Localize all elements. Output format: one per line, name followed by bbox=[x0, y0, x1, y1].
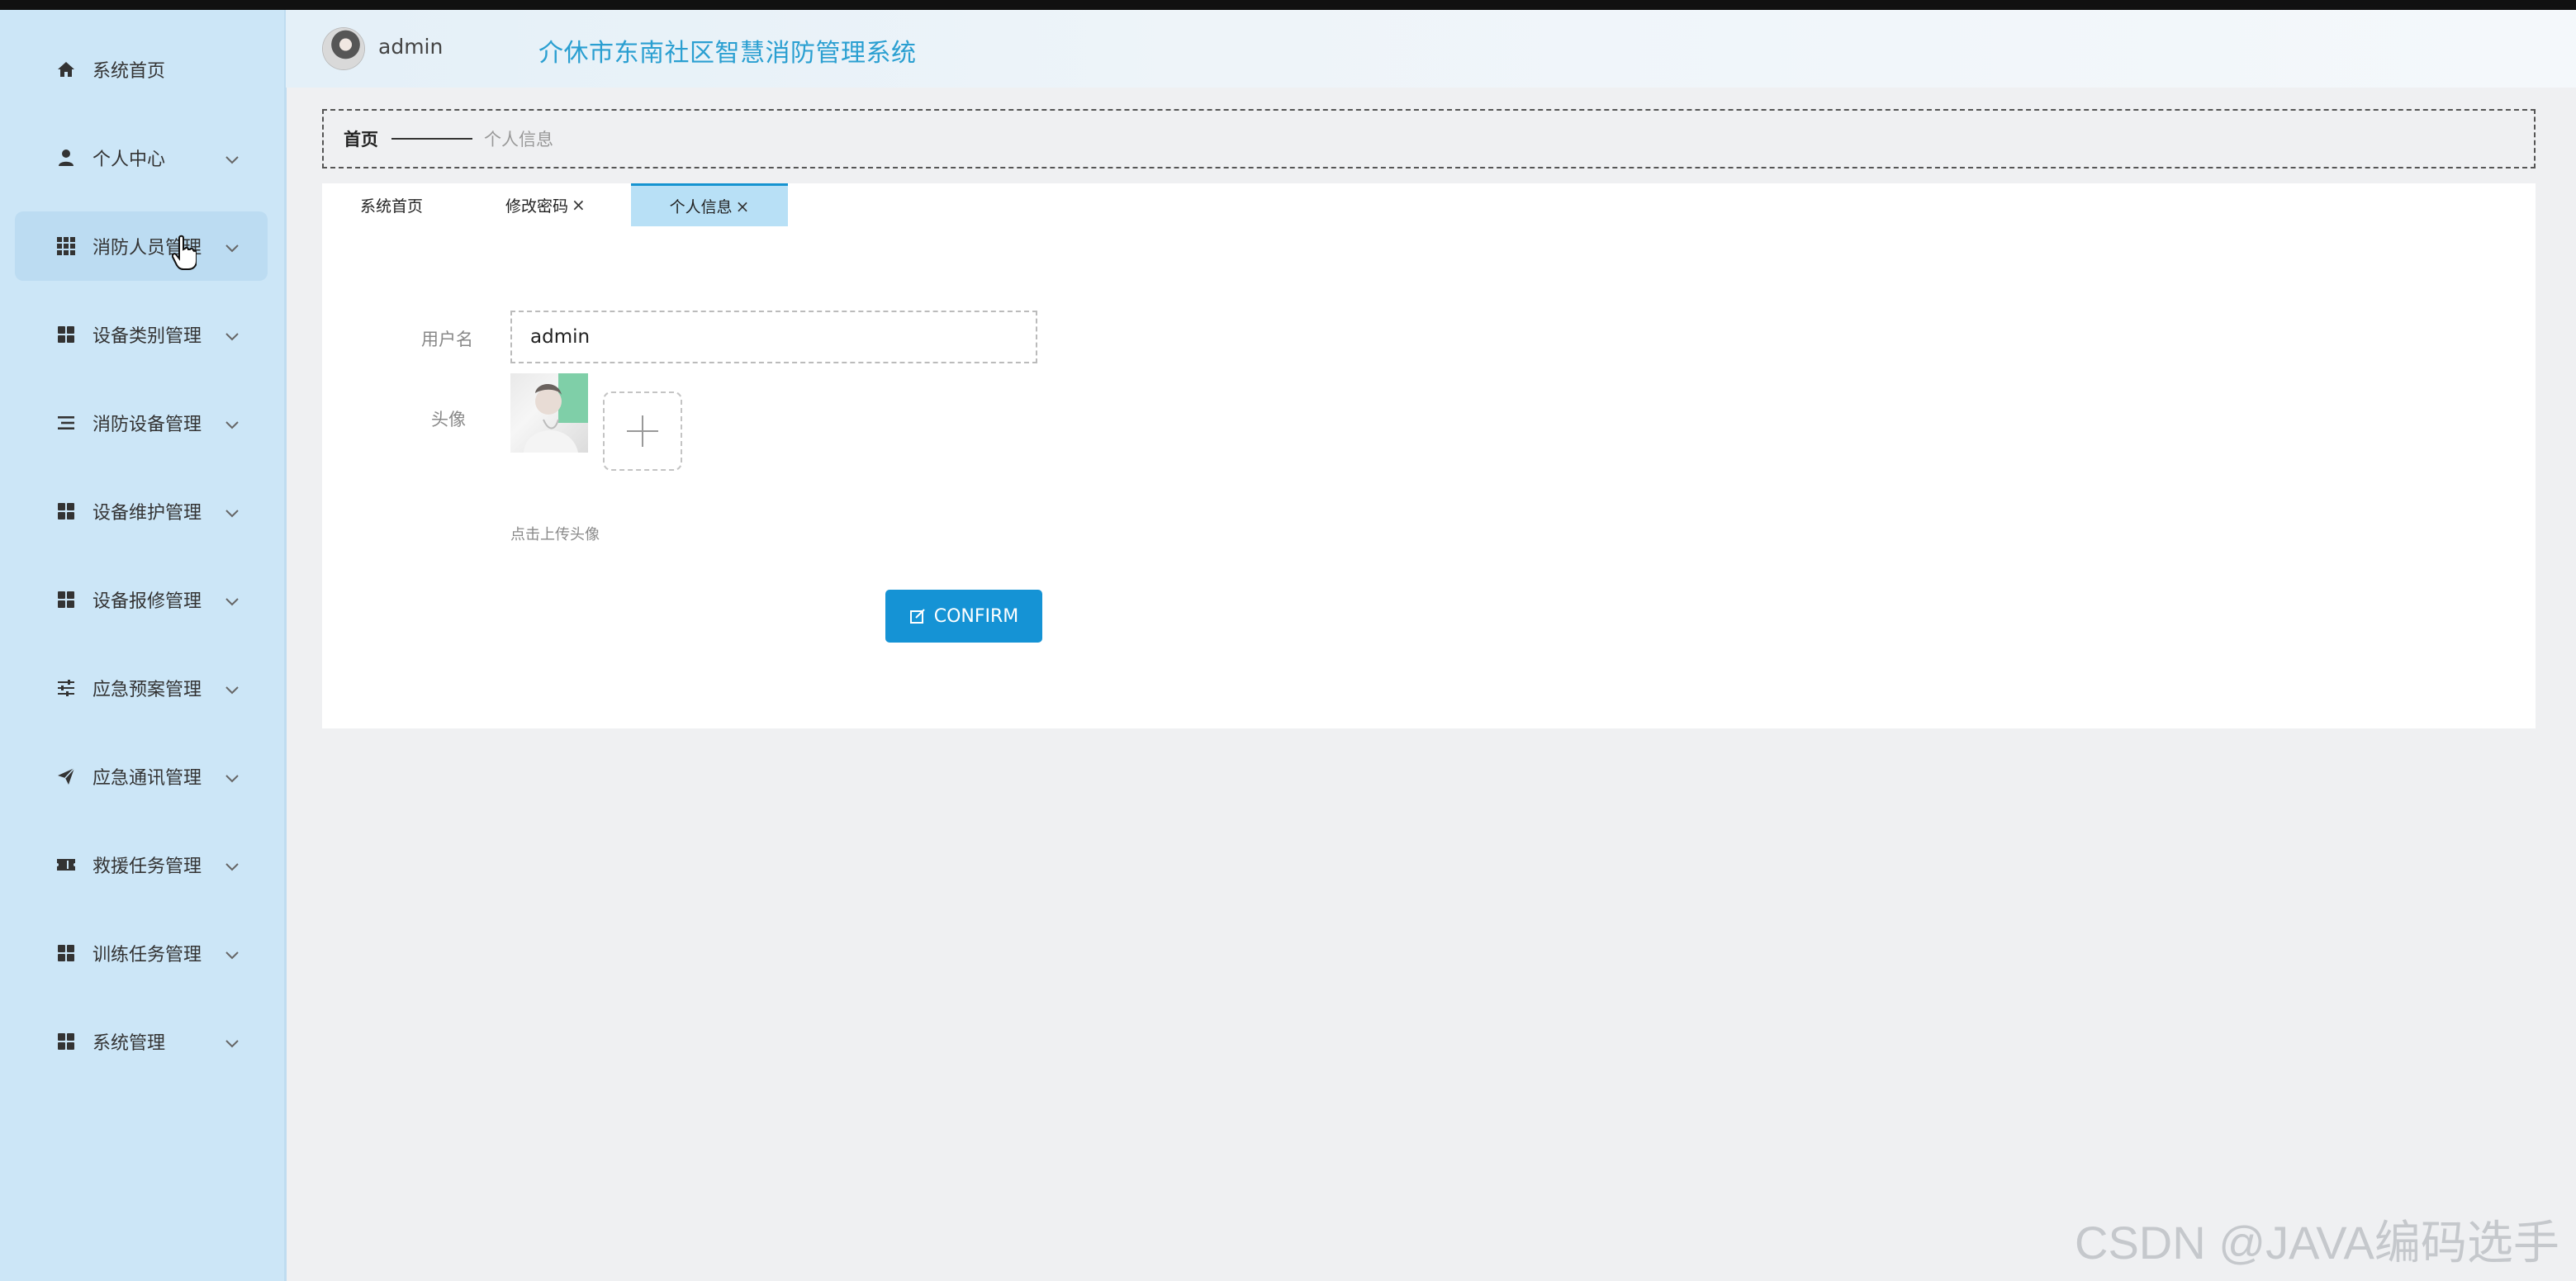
sidebar-item-fire-equipment[interactable]: 消防设备管理 bbox=[15, 388, 268, 458]
send-icon bbox=[56, 766, 76, 786]
breadcrumb: 首页 个人信息 bbox=[322, 109, 2536, 168]
sidebar-item-label: 设备类别管理 bbox=[93, 326, 202, 347]
confirm-button[interactable]: CONFIRM bbox=[885, 590, 1042, 643]
sidebar-item-label: 训练任务管理 bbox=[93, 945, 202, 965]
sidebar-item-firefighter-management[interactable]: 消防人员管理 bbox=[15, 211, 268, 281]
chevron-down-icon bbox=[225, 238, 240, 253]
plus-icon bbox=[627, 415, 658, 447]
sidebar-item-label: 设备报修管理 bbox=[93, 591, 202, 612]
breadcrumb-separator bbox=[391, 138, 472, 140]
sidebar-item-equipment-maintenance[interactable]: 设备维护管理 bbox=[15, 477, 268, 546]
chevron-down-icon bbox=[225, 149, 240, 164]
chevron-down-icon bbox=[225, 591, 240, 606]
sidebar-item-system-management[interactable]: 系统管理 bbox=[15, 1007, 268, 1076]
tab-system-home[interactable]: 系统首页 bbox=[360, 183, 423, 226]
breadcrumb-home[interactable]: 首页 bbox=[344, 126, 378, 151]
chevron-down-icon bbox=[225, 503, 240, 518]
sidebar-item-label: 应急通讯管理 bbox=[93, 768, 202, 789]
top-header: admin 介休市东南社区智慧消防管理系统 bbox=[286, 10, 2576, 88]
home-icon bbox=[56, 59, 76, 79]
apps-icon bbox=[56, 943, 76, 963]
header-username[interactable]: admin bbox=[378, 35, 443, 59]
username-input[interactable]: admin bbox=[510, 311, 1037, 363]
main-panel: 系统首页 修改密码 × 个人信息 × 用户名 admin 头像 点击上传头像 C… bbox=[322, 183, 2536, 728]
avatar-upload-button[interactable] bbox=[603, 391, 682, 471]
sidebar-item-label: 设备维护管理 bbox=[93, 503, 202, 524]
sidebar-item-label: 系统管理 bbox=[93, 1033, 166, 1054]
sidebar-item-rescue-task[interactable]: 救援任务管理 bbox=[15, 830, 268, 899]
sidebar-item-emergency-plan[interactable]: 应急预案管理 bbox=[15, 653, 268, 723]
sidebar-item-equipment-repair[interactable]: 设备报修管理 bbox=[15, 565, 268, 634]
username-value: admin bbox=[530, 326, 591, 348]
tab-label: 修改密码 bbox=[505, 197, 569, 216]
close-icon[interactable]: × bbox=[572, 195, 586, 215]
system-title: 介休市东南社区智慧消防管理系统 bbox=[538, 39, 917, 68]
avatar-preview-image bbox=[510, 373, 588, 453]
tab-change-password[interactable]: 修改密码 × bbox=[505, 183, 586, 226]
avatar-label: 头像 bbox=[431, 410, 466, 429]
chevron-down-icon bbox=[225, 1033, 240, 1048]
sidebar-item-personal-center[interactable]: 个人中心 bbox=[15, 123, 268, 192]
chevron-down-icon bbox=[225, 326, 240, 341]
user-avatar[interactable] bbox=[323, 28, 364, 69]
chevron-down-icon bbox=[225, 680, 240, 695]
chevron-down-icon bbox=[225, 415, 240, 429]
window-top-strip bbox=[0, 0, 2576, 10]
tab-personal-info[interactable]: 个人信息 × bbox=[631, 183, 788, 226]
hand-pointer-cursor-icon bbox=[171, 235, 197, 271]
breadcrumb-current: 个人信息 bbox=[484, 130, 553, 149]
tab-label: 系统首页 bbox=[360, 197, 424, 216]
chevron-down-icon bbox=[225, 856, 240, 871]
upload-hint: 点击上传头像 bbox=[510, 526, 600, 543]
sidebar-item-training-task[interactable]: 训练任务管理 bbox=[15, 918, 268, 988]
list-icon bbox=[56, 413, 76, 433]
grid-icon bbox=[56, 236, 76, 256]
sidebar-item-home[interactable]: 系统首页 bbox=[15, 35, 268, 104]
user-icon bbox=[56, 148, 76, 168]
chevron-down-icon bbox=[225, 945, 240, 960]
sidebar: 系统首页 个人中心 消防人员管理 设备类别管理 消防设备管理 设备维护管理 设备… bbox=[0, 10, 287, 1281]
sidebar-item-label: 救援任务管理 bbox=[93, 856, 202, 877]
sidebar-item-label: 个人中心 bbox=[93, 149, 166, 170]
apps-icon bbox=[56, 1032, 76, 1051]
sidebar-item-equipment-category[interactable]: 设备类别管理 bbox=[15, 300, 268, 369]
sidebar-item-label: 应急预案管理 bbox=[93, 680, 202, 700]
tab-label: 个人信息 bbox=[669, 198, 733, 216]
edit-icon bbox=[909, 609, 925, 624]
sliders-icon bbox=[56, 678, 76, 698]
apps-icon bbox=[56, 501, 76, 521]
watermark: CSDN @JAVA编码选手 bbox=[2075, 1217, 2559, 1269]
sidebar-item-label: 系统首页 bbox=[93, 61, 166, 82]
sidebar-item-emergency-communication[interactable]: 应急通讯管理 bbox=[15, 742, 268, 811]
username-label: 用户名 bbox=[421, 330, 473, 349]
chevron-down-icon bbox=[225, 768, 240, 783]
apps-icon bbox=[56, 325, 76, 344]
close-icon[interactable]: × bbox=[736, 197, 750, 216]
confirm-label: CONFIRM bbox=[933, 605, 1019, 627]
apps-icon bbox=[56, 590, 76, 610]
ticket-icon bbox=[56, 855, 76, 875]
sidebar-item-label: 消防设备管理 bbox=[93, 415, 202, 435]
